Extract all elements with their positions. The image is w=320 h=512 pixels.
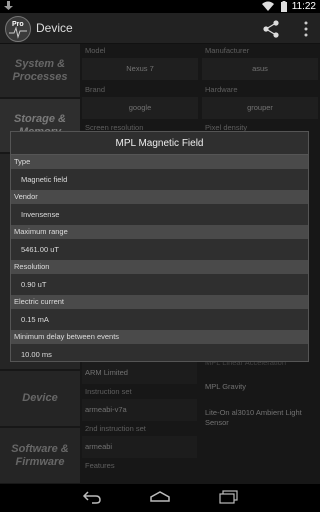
type-label: Type (11, 155, 308, 169)
download-icon (4, 1, 13, 10)
minimum-delay-label: Minimum delay between events (11, 330, 308, 344)
resolution-label: Resolution (11, 260, 308, 274)
clock: 11:22 (291, 1, 316, 12)
type-value: Magnetic field (21, 175, 68, 184)
maximum-range-label: Maximum range (11, 225, 308, 239)
navigation-bar (0, 484, 320, 512)
back-icon[interactable] (82, 490, 102, 504)
minimum-delay-value: 10.00 ms (21, 350, 52, 359)
app-logo-icon[interactable]: Pro (5, 16, 31, 42)
dialog-title: MPL Magnetic Field (11, 132, 308, 155)
maximum-range-value: 5461.00 uT (21, 245, 59, 254)
wifi-icon (262, 1, 274, 11)
app-title: Device (36, 21, 73, 35)
recents-icon[interactable] (219, 490, 239, 504)
overflow-menu-icon[interactable] (302, 21, 310, 37)
battery-icon (281, 1, 287, 12)
sensor-details-dialog: MPL Magnetic Field Type Magnetic field V… (10, 131, 309, 362)
action-bar: Pro Device (0, 13, 320, 44)
status-bar: 11:22 (0, 0, 320, 13)
share-icon[interactable] (262, 20, 280, 38)
home-icon[interactable] (149, 490, 171, 504)
vendor-value: Invensense (21, 210, 60, 219)
resolution-value: 0.90 uT (21, 280, 47, 289)
electric-current-value: 0.15 mA (21, 315, 49, 324)
vendor-label: Vendor (11, 190, 308, 204)
electric-current-label: Electric current (11, 295, 308, 309)
